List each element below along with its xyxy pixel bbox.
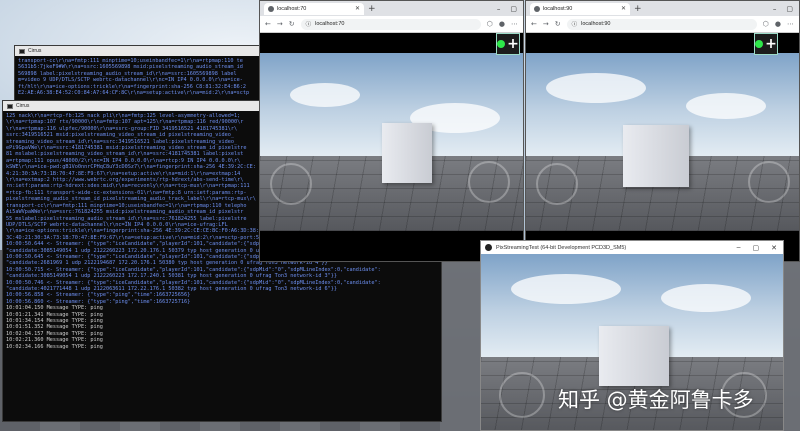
favicon-icon: [534, 5, 540, 12]
window-controls: – ▢: [773, 5, 799, 13]
stats-toggle-button[interactable]: +: [496, 33, 520, 55]
window-controls: – ▢ ✕: [737, 244, 783, 252]
cloud: [546, 73, 646, 103]
plus-icon: +: [507, 36, 519, 52]
url-text: localhost:90: [581, 21, 611, 27]
back-arrow-icon[interactable]: ←: [531, 20, 537, 28]
menu-icon[interactable]: ⋯: [787, 20, 794, 28]
scene-cube: [382, 123, 432, 183]
console-line: E2:AE:A6:38:E4:52:C0:84:A7:64:CF:8C\r\na…: [18, 90, 250, 97]
scene-cube: [623, 125, 689, 187]
ue-scene[interactable]: [526, 53, 799, 231]
tab-bar: localhost:90 ✕ + – ▢: [526, 1, 799, 16]
url-text: localhost:70: [315, 21, 345, 27]
new-tab-button[interactable]: +: [634, 4, 642, 14]
tab-title: localhost:70: [277, 5, 307, 12]
tab-close-icon[interactable]: ✕: [355, 5, 360, 12]
new-tab-button[interactable]: +: [368, 4, 376, 14]
extension-icon[interactable]: ⬡: [763, 20, 769, 28]
browser-window-90[interactable]: localhost:90 ✕ + – ▢ ← → ↻ ⓘ localhost:9…: [525, 0, 800, 262]
profile-avatar-icon[interactable]: ●: [499, 20, 505, 28]
cloud: [511, 274, 621, 304]
ue-titlebar[interactable]: PixStreamingTest (64-bit Development PCD…: [481, 241, 783, 254]
info-icon[interactable]: ⓘ: [572, 20, 578, 28]
profile-avatar-icon[interactable]: ●: [775, 20, 781, 28]
stream-viewport-70[interactable]: +: [260, 33, 523, 261]
left-joystick[interactable]: [536, 163, 578, 205]
maximize-icon[interactable]: ▢: [786, 5, 793, 13]
close-icon[interactable]: ✕: [771, 244, 777, 252]
address-bar[interactable]: ⓘ localhost:70: [300, 18, 481, 30]
console-line: m=video 9 UDP/DTLS/SCTP webrtc-datachann…: [18, 77, 243, 84]
console-title: Cirrus: [28, 48, 42, 54]
browser-window-70[interactable]: localhost:70 ✕ + – ▢ ← → ↻ ⓘ localhost:7…: [259, 0, 524, 262]
console-output-back: transport-cc\r\na=fmtp:111 minptime=10;u…: [15, 56, 275, 98]
info-icon[interactable]: ⓘ: [306, 20, 312, 28]
unreal-icon: [485, 244, 492, 251]
minimize-icon[interactable]: –: [497, 5, 501, 13]
console-line: 10:02:34.166 Message TYPE: ping: [6, 343, 103, 350]
console-line: 5631b5:7jkeF9#W\r\na=ssrc:1605569898 msi…: [18, 64, 243, 71]
watermark: 知乎 @黄金阿鲁卡多: [558, 388, 754, 412]
tab-bar: localhost:70 ✕ + – ▢: [260, 1, 523, 16]
tab-localhost-90[interactable]: localhost:90 ✕: [530, 2, 630, 15]
tab-close-icon[interactable]: ✕: [621, 5, 626, 12]
cloud: [661, 284, 751, 312]
browser-toolbar: ← → ↻ ⓘ localhost:70 ⬡ ● ⋯: [260, 16, 523, 33]
console-titlebar[interactable]: Cirrus: [15, 46, 275, 56]
stream-viewport-90[interactable]: +: [526, 33, 799, 261]
stats-indicator-dot: [497, 40, 506, 48]
stats-indicator-dot: [755, 40, 764, 48]
back-arrow-icon[interactable]: ←: [265, 20, 271, 28]
stats-toggle-button[interactable]: +: [754, 33, 778, 55]
tab-localhost-70[interactable]: localhost:70 ✕: [264, 2, 364, 15]
ue-scene[interactable]: [260, 53, 523, 231]
maximize-icon[interactable]: ▢: [753, 244, 760, 252]
console-title: Cirrus: [16, 103, 30, 109]
scene-cube: [599, 326, 669, 386]
cloud: [290, 83, 360, 107]
right-joystick[interactable]: [748, 161, 790, 203]
browser-toolbar: ← → ↻ ⓘ localhost:90 ⬡ ● ⋯: [526, 16, 799, 33]
address-bar[interactable]: ⓘ localhost:90: [566, 18, 757, 30]
left-joystick[interactable]: [270, 163, 312, 205]
maximize-icon[interactable]: ▢: [510, 5, 517, 13]
minimize-icon[interactable]: –: [773, 5, 777, 13]
console-icon: [19, 48, 25, 54]
extension-icon[interactable]: ⬡: [487, 20, 493, 28]
cloud: [686, 93, 766, 119]
tab-title: localhost:90: [543, 5, 573, 12]
right-joystick[interactable]: [468, 161, 510, 203]
menu-icon[interactable]: ⋯: [511, 20, 518, 28]
left-joystick[interactable]: [499, 372, 545, 418]
favicon-icon: [268, 5, 274, 12]
console-icon: [7, 103, 13, 109]
forward-arrow-icon[interactable]: →: [543, 20, 549, 28]
reload-icon[interactable]: ↻: [555, 20, 561, 28]
minimize-icon[interactable]: –: [737, 244, 741, 252]
reload-icon[interactable]: ↻: [289, 20, 295, 28]
window-controls: – ▢: [497, 5, 523, 13]
ue-window-title: PixStreamingTest (64-bit Development PCD…: [496, 244, 627, 251]
forward-arrow-icon[interactable]: →: [277, 20, 283, 28]
plus-icon: +: [765, 36, 777, 52]
